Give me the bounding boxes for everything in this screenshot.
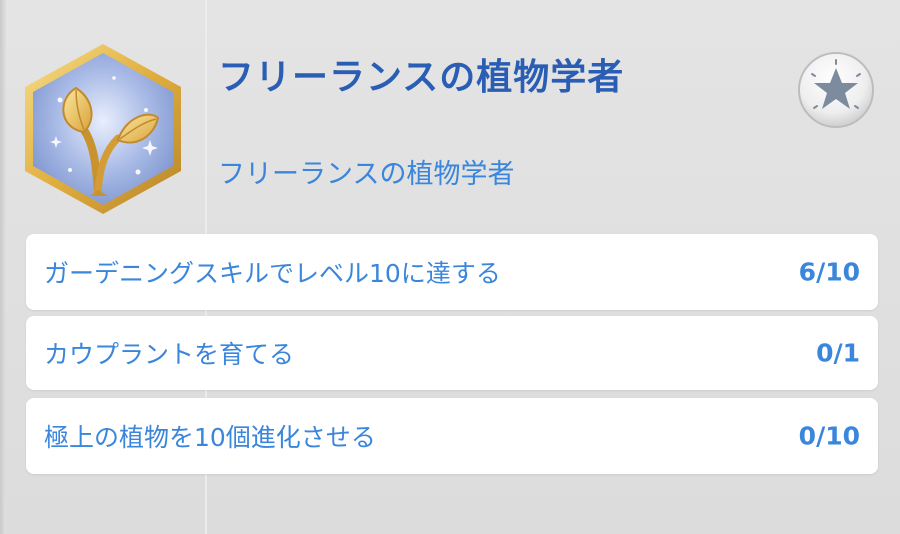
aspiration-title: フリーランスの植物学者 <box>218 57 625 98</box>
goal-label: カウプラントを育てる <box>44 340 295 369</box>
sprout-icon <box>25 44 181 214</box>
aspiration-badge <box>18 40 188 218</box>
favorite-star-button[interactable] <box>796 50 876 130</box>
aspiration-subtitle: フリーランスの植物学者 <box>218 159 515 190</box>
goal-row: ガーデニングスキルでレベル10に達する 6/10 <box>26 234 878 310</box>
goal-progress: 0/10 <box>798 421 860 451</box>
aspiration-panel: フリーランスの植物学者 フリーランスの植物学者 ガーデニングスキルでレベル10に… <box>0 0 900 534</box>
goal-label: 極上の植物を10個進化させる <box>44 423 376 452</box>
panel-edge <box>0 0 6 534</box>
goal-label: ガーデニングスキルでレベル10に達する <box>44 259 501 288</box>
star-icon <box>798 52 874 128</box>
goal-row: 極上の植物を10個進化させる 0/10 <box>26 398 878 474</box>
goal-list: ガーデニングスキルでレベル10に達する 6/10 カウプラントを育てる 0/1 … <box>26 234 878 480</box>
goal-progress: 0/1 <box>816 338 860 368</box>
goal-row: カウプラントを育てる 0/1 <box>26 316 878 390</box>
goal-progress: 6/10 <box>798 257 860 287</box>
